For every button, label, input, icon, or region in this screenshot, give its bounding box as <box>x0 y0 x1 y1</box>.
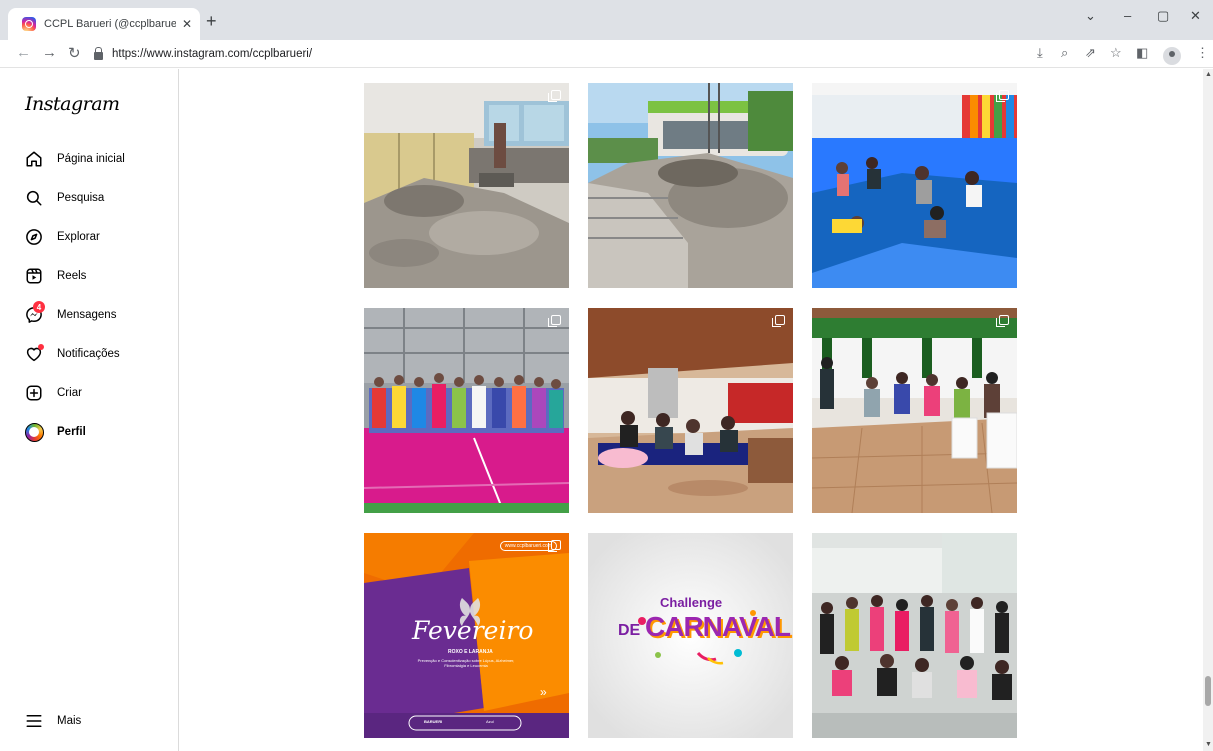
post-thumbnail[interactable] <box>364 83 569 288</box>
nav-notifications[interactable]: Notificações <box>14 336 164 372</box>
fevereiro-title: Fevereiro <box>412 616 534 645</box>
home-icon <box>24 149 44 169</box>
carnaval-challenge-text: Challenge <box>660 595 723 610</box>
tab-close-icon[interactable]: ✕ <box>182 17 192 31</box>
address-bar[interactable]: https://www.instagram.com/ccplbarueri/ <box>94 43 1024 65</box>
nav-label: Perfil <box>57 426 86 438</box>
browser-tab-strip: CCPL Barueri (@ccplbarueri) • Fo ✕ + ⌄ ‒… <box>0 0 1213 40</box>
post-thumbnail[interactable] <box>812 83 1017 288</box>
scroll-down-arrow-icon[interactable]: ▼ <box>1205 741 1212 748</box>
menu-icon[interactable]: ⋮ <box>1196 45 1209 61</box>
nav-label: Mais <box>57 715 82 727</box>
construction-exterior-photo <box>588 83 793 288</box>
construction-interior-photo <box>364 83 569 288</box>
side-panel-icon[interactable]: ◧ <box>1136 45 1148 61</box>
carnaval-de-text: DE <box>618 622 641 639</box>
partner-logo-text: Azul <box>486 719 494 724</box>
group-chairs-photo <box>812 308 1017 513</box>
share-icon[interactable]: ⇗ <box>1085 45 1096 61</box>
post-thumbnail-fevereiro[interactable]: www.ccplbarueri.com Fevereiro ROXO E LAR… <box>364 533 569 738</box>
nav-label: Mensagens <box>57 309 117 321</box>
profile-icon[interactable] <box>1163 47 1181 65</box>
post-thumbnail[interactable] <box>588 83 793 288</box>
post-thumbnail[interactable] <box>364 308 569 513</box>
tab-title: CCPL Barueri (@ccplbarueri) • Fo <box>44 18 176 30</box>
messages-badge: 4 <box>33 301 45 313</box>
url-text: https://www.instagram.com/ccplbarueri/ <box>112 48 313 60</box>
nav-messages[interactable]: 4 Mensagens <box>14 297 164 333</box>
fevereiro-subtitle: ROXO E LARANJA <box>448 649 493 655</box>
multiple-images-icon <box>548 315 561 327</box>
close-window-button[interactable]: ✕ <box>1190 8 1201 24</box>
restore-button[interactable]: ▢ <box>1157 8 1169 24</box>
page-scrollbar[interactable]: ▲ ▼ <box>1203 69 1213 751</box>
avatar <box>24 422 44 442</box>
reels-icon <box>24 266 44 286</box>
hamburger-icon <box>24 711 44 731</box>
compass-icon <box>24 227 44 247</box>
tab-search-dropdown-icon[interactable]: ⌄ <box>1085 8 1096 24</box>
forward-icon[interactable]: → <box>42 44 57 61</box>
group-indoor-mats-photo <box>588 308 793 513</box>
nav-label: Notificações <box>57 348 120 360</box>
browser-tab[interactable]: CCPL Barueri (@ccplbarueri) • Fo ✕ <box>8 8 200 40</box>
new-tab-button[interactable]: + <box>206 11 217 32</box>
profile-avatar-wrap <box>24 422 44 442</box>
reload-icon[interactable]: ↻ <box>68 44 81 62</box>
nav-label: Explorar <box>57 231 100 243</box>
barueri-logo-text: BARUERI <box>424 719 443 724</box>
nav-profile[interactable]: Perfil <box>14 414 164 450</box>
instagram-logo[interactable]: Instagram <box>25 93 120 115</box>
multiple-images-icon <box>996 315 1009 327</box>
nav-home[interactable]: Página inicial <box>14 141 164 177</box>
nav-label: Criar <box>57 387 82 399</box>
nav-search[interactable]: Pesquisa <box>14 180 164 216</box>
back-icon[interactable]: ← <box>16 44 31 61</box>
minimize-button[interactable]: ‒ <box>1124 8 1131 23</box>
bookmark-star-icon[interactable]: ☆ <box>1110 45 1122 61</box>
multiple-images-icon <box>996 90 1009 102</box>
nav-create[interactable]: Criar <box>14 375 164 411</box>
lock-icon <box>94 47 103 60</box>
plus-square-icon <box>24 383 44 403</box>
post-thumbnail[interactable] <box>812 308 1017 513</box>
post-thumbnail[interactable] <box>812 533 1017 738</box>
nav-label: Pesquisa <box>57 192 105 204</box>
notification-dot <box>38 344 44 350</box>
chevron-right-icon: » <box>540 685 547 699</box>
nav-reels[interactable]: Reels <box>14 258 164 294</box>
group-gym-photo <box>364 308 569 513</box>
nav-more[interactable]: Mais <box>14 703 164 739</box>
carnaval-title-text: CARNAVAL <box>645 611 791 642</box>
heart-icon <box>24 344 44 364</box>
multiple-images-icon <box>548 90 561 102</box>
post-thumbnail[interactable] <box>588 308 793 513</box>
instagram-sidebar: Instagram Página inicial Pesquisa Explor… <box>0 69 179 751</box>
post-thumbnail-carnaval[interactable]: Challenge DE CARNAVAL <box>588 533 793 738</box>
nav-label: Página inicial <box>57 153 125 165</box>
zumba-group-photo <box>812 533 1017 738</box>
search-icon <box>24 188 44 208</box>
scroll-up-arrow-icon[interactable]: ▲ <box>1205 71 1212 78</box>
install-icon[interactable]: ⤓ <box>1037 45 1043 61</box>
fevereiro-body: Prevenção e Conscientização sobre Lúpus,… <box>417 658 515 669</box>
zoom-icon[interactable]: ⌕ <box>1061 45 1068 61</box>
browser-toolbar: ← → ↻ https://www.instagram.com/ccplbaru… <box>0 40 1213 68</box>
messenger-icon: 4 <box>24 301 45 325</box>
stretching-class-photo <box>812 83 1017 288</box>
nav-label: Reels <box>57 270 87 282</box>
nav-explore[interactable]: Explorar <box>14 219 164 255</box>
instagram-favicon-icon <box>22 17 36 31</box>
multiple-images-icon <box>548 540 561 552</box>
scrollbar-thumb[interactable] <box>1205 676 1211 706</box>
multiple-images-icon <box>772 315 785 327</box>
